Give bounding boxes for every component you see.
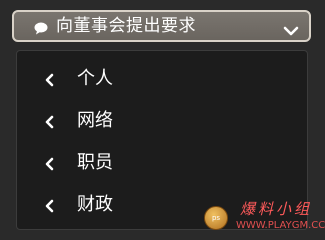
chevron-down-icon[interactable] (283, 21, 299, 36)
chevron-left-icon (44, 72, 54, 87)
watermark-badge-icon: ps (204, 206, 228, 230)
menu-item-label: 个人 (77, 68, 113, 89)
menu-item-label: 职员 (77, 152, 113, 173)
watermark-url: WWW.PLAYGM.CC (236, 220, 325, 231)
site-watermark: ps 爆料小组 WWW.PLAYGM.CC (202, 198, 325, 236)
menu-item-staff[interactable]: 职员 (17, 145, 307, 181)
chevron-left-icon (44, 114, 54, 129)
menu-item-label: 网络 (77, 110, 113, 131)
dropdown-title: 向董事会提出要求 (56, 15, 196, 36)
menu-item-label: 财政 (77, 194, 113, 215)
board-request-dropdown[interactable]: 向董事会提出要求 (12, 10, 311, 42)
chevron-left-icon (44, 198, 54, 213)
menu-item-network[interactable]: 网络 (17, 103, 307, 139)
speech-bubble-icon (34, 20, 48, 34)
menu-item-personal[interactable]: 个人 (17, 61, 307, 97)
watermark-site-name: 爆料小组 (240, 200, 313, 218)
chevron-left-icon (44, 156, 54, 171)
